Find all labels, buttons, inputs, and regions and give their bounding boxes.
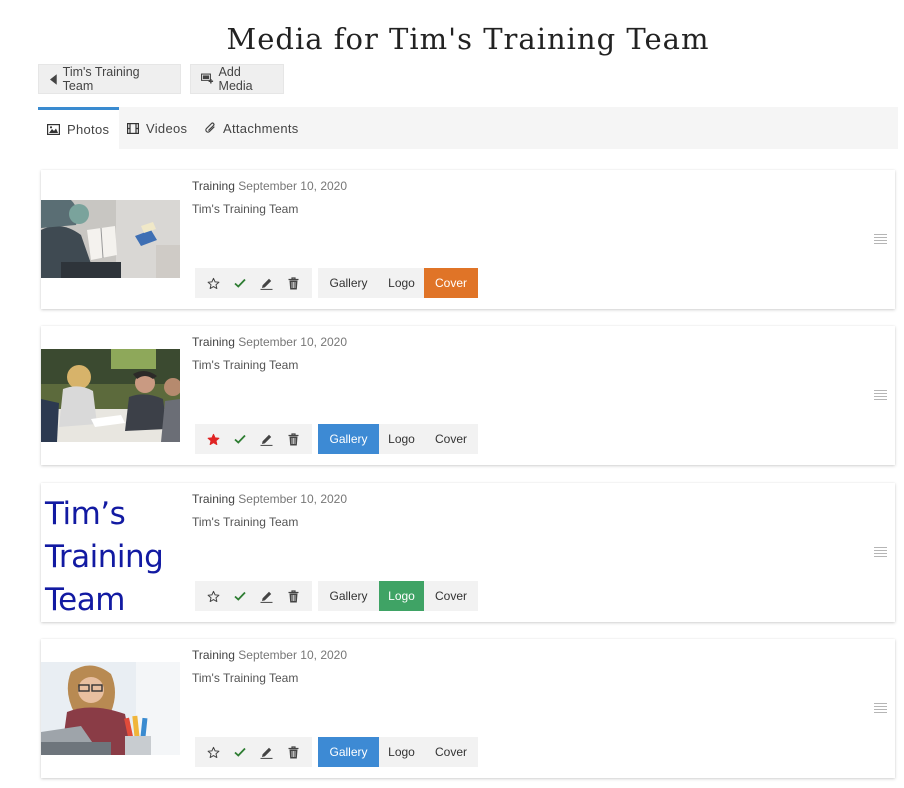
tab-photos-label: Photos [67, 122, 110, 137]
logo-button[interactable]: Logo [379, 424, 424, 454]
cover-button[interactable]: Cover [424, 268, 478, 298]
paperclip-icon [205, 122, 215, 133]
delete-button[interactable] [284, 586, 304, 606]
feature-star-button[interactable] [203, 273, 223, 293]
check-icon [234, 747, 246, 757]
trash-icon [288, 432, 299, 445]
media-actions [195, 424, 312, 454]
drag-handle-icon[interactable] [874, 234, 887, 244]
trash-icon [288, 745, 299, 758]
feature-star-button[interactable] [203, 742, 223, 762]
media-meta: Training September 10, 2020 [192, 335, 347, 349]
media-meta: Training September 10, 2020 [192, 179, 347, 193]
page-title: Media for Tim's Training Team [226, 22, 710, 56]
photo-thumbnail[interactable] [41, 200, 180, 278]
media-card: Training September 10, 2020 Tim's Traini… [41, 639, 895, 778]
edit-button[interactable] [257, 429, 277, 449]
edit-icon [260, 278, 273, 290]
media-role-selector: Gallery Logo Cover [318, 737, 478, 767]
add-media-label: Add Media [218, 65, 253, 93]
film-icon [127, 122, 139, 134]
media-actions [195, 737, 312, 767]
add-media-button[interactable]: Add Media [190, 64, 284, 94]
star-icon [207, 746, 220, 758]
media-role-selector: Gallery Logo Cover [318, 581, 478, 611]
logo-thumbnail[interactable]: Tim’s Training Team [41, 483, 180, 622]
media-team: Tim's Training Team [192, 202, 299, 216]
edit-icon [260, 747, 273, 759]
image-icon [47, 124, 60, 135]
approve-button[interactable] [230, 742, 250, 762]
media-category: Training [192, 492, 235, 506]
media-actions [195, 581, 312, 611]
gallery-button[interactable]: Gallery [318, 268, 379, 298]
cover-button[interactable]: Cover [424, 737, 478, 767]
logo-button[interactable]: Logo [379, 268, 424, 298]
delete-button[interactable] [284, 429, 304, 449]
media-date: September 10, 2020 [238, 179, 348, 193]
media-tabs: Photos Videos Attachments [38, 107, 898, 149]
media-category: Training [192, 335, 235, 349]
drag-handle-icon[interactable] [874, 703, 887, 713]
media-category: Training [192, 648, 235, 662]
star-icon [207, 433, 220, 445]
feature-star-button[interactable] [203, 586, 223, 606]
cover-button[interactable]: Cover [424, 581, 478, 611]
media-actions [195, 268, 312, 298]
check-icon [234, 434, 246, 444]
cover-button[interactable]: Cover [424, 424, 478, 454]
delete-button[interactable] [284, 273, 304, 293]
trash-icon [288, 276, 299, 289]
tab-videos-label: Videos [146, 120, 188, 136]
edit-button[interactable] [257, 742, 277, 762]
media-card: Tim’s Training Team Training September 1… [41, 483, 895, 622]
check-icon [234, 591, 246, 601]
media-role-selector: Gallery Logo Cover [318, 424, 478, 454]
approve-button[interactable] [230, 429, 250, 449]
trash-icon [288, 589, 299, 602]
check-icon [234, 278, 246, 288]
add-media-icon [201, 73, 214, 84]
media-date: September 10, 2020 [238, 492, 348, 506]
tab-videos[interactable]: Videos [127, 107, 187, 149]
gallery-button[interactable]: Gallery [318, 581, 379, 611]
delete-button[interactable] [284, 742, 304, 762]
media-team: Tim's Training Team [192, 671, 299, 685]
team-logo-text: Tim’s Training Team [45, 496, 164, 618]
edit-icon [260, 434, 273, 446]
feature-star-button[interactable] [203, 429, 223, 449]
tab-photos[interactable]: Photos [38, 107, 119, 149]
gallery-button[interactable]: Gallery [318, 424, 379, 454]
photo-thumbnail[interactable] [41, 349, 180, 442]
gallery-button[interactable]: Gallery [318, 737, 379, 767]
approve-button[interactable] [230, 273, 250, 293]
media-meta: Training September 10, 2020 [192, 648, 347, 662]
approve-button[interactable] [230, 586, 250, 606]
logo-button[interactable]: Logo [379, 737, 424, 767]
drag-handle-icon[interactable] [874, 547, 887, 557]
media-team: Tim's Training Team [192, 515, 299, 529]
edit-icon [260, 591, 273, 603]
drag-handle-icon[interactable] [874, 390, 887, 400]
back-button-label: Tim's Training Team [62, 65, 140, 93]
caret-left-icon [50, 73, 57, 85]
media-meta: Training September 10, 2020 [192, 492, 347, 506]
back-to-team-button[interactable]: Tim's Training Team [38, 64, 181, 94]
media-role-selector: Gallery Logo Cover [318, 268, 478, 298]
media-card: Training September 10, 2020 Tim's Traini… [41, 170, 895, 309]
media-date: September 10, 2020 [238, 648, 348, 662]
edit-button[interactable] [257, 586, 277, 606]
star-icon [207, 590, 220, 602]
tab-attachments[interactable]: Attachments [205, 107, 299, 149]
media-team: Tim's Training Team [192, 358, 299, 372]
tab-attachments-label: Attachments [223, 120, 299, 136]
star-icon [207, 277, 220, 289]
media-card: Training September 10, 2020 Tim's Traini… [41, 326, 895, 465]
media-category: Training [192, 179, 235, 193]
edit-button[interactable] [257, 273, 277, 293]
logo-button[interactable]: Logo [379, 581, 424, 611]
photo-thumbnail[interactable] [41, 662, 180, 755]
media-date: September 10, 2020 [238, 335, 348, 349]
